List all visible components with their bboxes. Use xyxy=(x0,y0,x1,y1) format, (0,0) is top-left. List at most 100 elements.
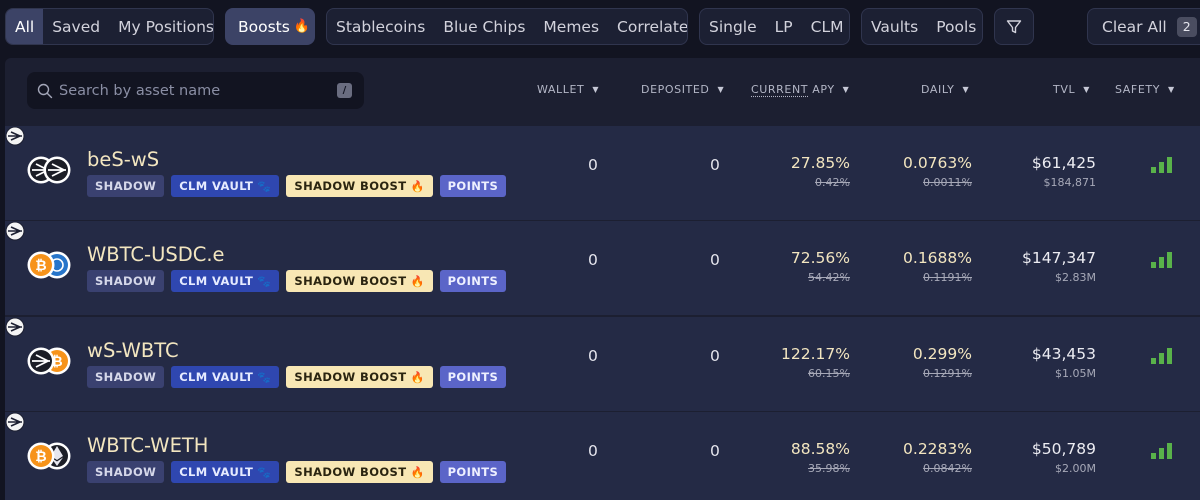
svg-text:₿: ₿ xyxy=(35,258,46,274)
sort-down-icon: ▼ xyxy=(962,85,970,94)
filter-single-button[interactable]: Single xyxy=(700,9,766,44)
vault-name: beS-wS xyxy=(87,148,160,171)
sort-wallet-header[interactable]: WALLET ▼ xyxy=(537,83,599,96)
clear-all-button[interactable]: Clear All 2 xyxy=(1088,9,1200,44)
filter-my-positions-button[interactable]: My Positions xyxy=(109,9,213,44)
active-filter-count-badge: 2 xyxy=(1176,16,1197,37)
vault-name: WBTC-USDC.e xyxy=(87,243,225,266)
tvl-cell: $61,425 $184,871 xyxy=(1032,154,1096,189)
fire-icon: 🔥 xyxy=(410,274,425,288)
asset-pair-icon: ₿ xyxy=(27,251,71,279)
shadow-platform-icon xyxy=(5,412,25,432)
asset-pair-icon: ₿ xyxy=(27,442,71,470)
tag-platform: SHADOW xyxy=(87,270,165,292)
safety-bars-icon xyxy=(1151,252,1172,268)
sort-down-icon: ▼ xyxy=(842,85,850,94)
bitcoin-icon: ₿ xyxy=(27,251,55,279)
apy-cell: 88.58% 35.98% xyxy=(791,440,850,475)
current-apy: 88.58% xyxy=(790,440,850,458)
fire-icon: 🔥 xyxy=(410,370,425,384)
fire-icon: 🔥 xyxy=(410,465,425,479)
filter-pools-button[interactable]: Pools xyxy=(927,9,982,44)
table-row[interactable]: beS-wS SHADOW CLM VAULT 🐾 SHADOW BOOST 🔥 P… xyxy=(5,126,1200,220)
filter-all-button[interactable]: All xyxy=(6,9,44,44)
apy-cell: 72.56% 54.42% xyxy=(791,249,850,284)
tag-clm-vault: CLM VAULT 🐾 xyxy=(171,270,280,292)
filter-saved-button[interactable]: Saved xyxy=(43,9,109,44)
sort-down-icon: ▼ xyxy=(717,85,725,94)
search-icon xyxy=(37,83,53,98)
paw-icon: 🐾 xyxy=(257,465,272,479)
advanced-filter-button[interactable] xyxy=(995,9,1033,44)
paw-icon: 🐾 xyxy=(257,274,272,288)
tag-points: POINTS xyxy=(439,461,507,483)
daily-cell: 0.0763% 0.0011% xyxy=(903,154,972,189)
wallet-value: 0 xyxy=(588,156,598,174)
filter-clm-button[interactable]: CLM xyxy=(802,9,849,44)
tag-points: POINTS xyxy=(439,366,507,388)
tag-clm-vault: CLM VAULT 🐾 xyxy=(171,175,280,197)
vault-tags: SHADOW CLM VAULT 🐾 SHADOW BOOST 🔥 POINTS xyxy=(87,461,507,483)
filter-blue-chips-button[interactable]: Blue Chips xyxy=(434,9,534,44)
current-apy: 72.56% xyxy=(790,249,850,267)
base-apy: 60.15% xyxy=(808,367,850,380)
sonic-icon xyxy=(43,156,71,184)
vault-tags: SHADOW CLM VAULT 🐾 SHADOW BOOST 🔥 POINTS xyxy=(87,366,507,388)
sort-deposited-header[interactable]: DEPOSITED ▼ xyxy=(641,83,724,96)
filter-correlated-button[interactable]: Correlated xyxy=(608,9,687,44)
base-daily: 0.1191% xyxy=(923,271,972,284)
sort-safety-header[interactable]: SAFETY ▼ xyxy=(1115,83,1175,96)
sort-down-icon: ▼ xyxy=(1168,85,1175,94)
fire-icon: 🔥 xyxy=(410,179,425,193)
filter-lp-button[interactable]: LP xyxy=(766,9,802,44)
filter-boosts-button[interactable]: Boosts 🔥 xyxy=(226,9,314,44)
sort-daily-header[interactable]: DAILY ▼ xyxy=(921,83,969,96)
tag-platform: SHADOW xyxy=(87,175,165,197)
pool-tvl: $1.05M xyxy=(1055,367,1096,380)
tvl-cell: $147,347 $2.83M xyxy=(1022,249,1096,284)
tvl-cell: $43,453 $1.05M xyxy=(1032,345,1096,380)
filter-stablecoins-button[interactable]: Stablecoins xyxy=(327,9,434,44)
search-shortcut-badge: / xyxy=(337,83,352,98)
sort-down-icon: ▼ xyxy=(1083,85,1090,94)
apy-cell: 122.17% 60.15% xyxy=(781,345,850,380)
table-row[interactable]: ₿ wS-WBTC SHADOW CLM VAULT 🐾 SHADOW BOOST… xyxy=(5,317,1200,411)
safety-bars-icon xyxy=(1151,443,1172,459)
search-input[interactable] xyxy=(59,82,329,99)
tvl-cell: $50,789 $2.00M xyxy=(1032,440,1096,475)
base-apy: 54.42% xyxy=(808,271,850,284)
vault-tvl: $43,453 xyxy=(1031,345,1096,363)
base-daily: 0.0842% xyxy=(923,462,972,475)
apy-cell: 27.85% 0.42% xyxy=(791,154,850,189)
wallet-value: 0 xyxy=(588,251,598,269)
svg-text:₿: ₿ xyxy=(35,449,46,465)
tag-shadow-boost: SHADOW BOOST 🔥 xyxy=(286,366,433,388)
daily-cell: 0.299% 0.1291% xyxy=(913,345,972,380)
table-header: / WALLET▼ DEPOSITED▼ CURRENT APY▼ DAILY▼… xyxy=(5,58,1200,124)
shadow-platform-icon xyxy=(5,221,25,241)
strategy-filter-group: Single LP CLM xyxy=(699,8,850,45)
tag-points: POINTS xyxy=(439,270,507,292)
filter-memes-button[interactable]: Memes xyxy=(534,9,608,44)
tag-shadow-boost: SHADOW BOOST 🔥 xyxy=(286,461,433,483)
vault-table: / WALLET▼ DEPOSITED▼ CURRENT APY▼ DAILY▼… xyxy=(5,58,1200,500)
current-daily: 0.2283% xyxy=(903,440,972,458)
asset-pair-icon: ₿ xyxy=(27,347,71,375)
base-daily: 0.1291% xyxy=(923,367,972,380)
daily-cell: 0.1688% 0.1191% xyxy=(903,249,972,284)
table-row[interactable]: ₿ WBTC-USDC.e SHADOW CLM VAULT 🐾 SHADOW B… xyxy=(5,221,1200,315)
wallet-value: 0 xyxy=(588,347,598,365)
pool-tvl: $2.00M xyxy=(1055,462,1096,475)
filter-vaults-button[interactable]: Vaults xyxy=(862,9,927,44)
table-row[interactable]: ₿ WBTC-WETH SHADOW CLM VAULT 🐾 SHADOW BOO… xyxy=(5,412,1200,500)
sort-down-icon: ▼ xyxy=(592,85,600,94)
sort-tvl-header[interactable]: TVL ▼ xyxy=(1053,83,1090,96)
vault-tvl: $50,789 xyxy=(1031,440,1096,458)
shadow-platform-icon xyxy=(5,317,25,337)
vault-tags: SHADOW CLM VAULT 🐾 SHADOW BOOST 🔥 POINTS xyxy=(87,270,507,292)
deposited-value: 0 xyxy=(710,442,720,460)
pool-tvl: $2.83M xyxy=(1055,271,1096,284)
tag-clm-vault: CLM VAULT 🐾 xyxy=(171,461,280,483)
tag-platform: SHADOW xyxy=(87,366,165,388)
sort-current-apy-header[interactable]: CURRENT APY ▼ xyxy=(751,83,849,96)
